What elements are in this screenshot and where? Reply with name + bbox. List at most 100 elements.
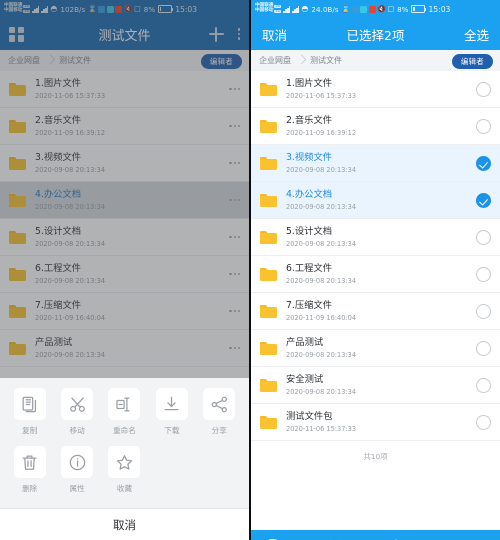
- cancel-selection-button[interactable]: 取消: [262, 25, 287, 44]
- action-info[interactable]: 属性: [53, 446, 100, 494]
- action-scissors[interactable]: 移动: [53, 388, 100, 436]
- share-icon: [203, 388, 236, 420]
- table-row[interactable]: 1.图片文件 2020-11-06 15:37:33: [251, 71, 500, 108]
- action-download[interactable]: 下载: [148, 388, 195, 436]
- breadcrumb-current[interactable]: 测试文件: [310, 55, 342, 66]
- action-sheet: 复制 移动 重命名 下载 分享删除 属性 收藏 取消: [0, 378, 249, 540]
- breadcrumb: 企业网盘 测试文件 编辑者: [251, 50, 500, 71]
- action-label: 删除: [22, 484, 38, 493]
- action-share[interactable]: 分享: [196, 388, 243, 436]
- file-meta: 安全测试 2020-09-08 20:13:34: [286, 374, 470, 396]
- file-name: 2.音乐文件: [286, 115, 333, 127]
- file-timestamp: 2020-09-08 20:13:34: [286, 387, 357, 396]
- selection-app-bar: 取消 已选择2项 全选: [251, 18, 500, 50]
- vibrate-icon: □: [387, 5, 395, 13]
- right-content-column: 1.图片文件 2020-11-06 15:37:33 2.音乐文件 2020-11-0…: [251, 71, 500, 540]
- action-label: 分享: [211, 426, 227, 435]
- signal-bars-icon-1: [283, 5, 291, 13]
- table-row[interactable]: 测试文件包 2020-11-06 15:37:33: [251, 404, 500, 441]
- file-timestamp: 2020-11-06 15:37:33: [286, 91, 357, 100]
- table-row[interactable]: 6.工程文件 2020-09-08 20:13:34: [251, 256, 500, 293]
- action-label: 移动: [69, 426, 85, 435]
- action-rename[interactable]: 重命名: [101, 388, 148, 436]
- action-label: 属性: [69, 484, 85, 493]
- trash-icon: [13, 446, 46, 478]
- selection-action-bar: 复制移动下载更多: [251, 530, 500, 540]
- table-row[interactable]: 7.压缩文件 2020-11-09 16:40:04: [251, 293, 500, 330]
- file-name: 5.设计文档: [286, 226, 333, 238]
- select-all-button[interactable]: 全选: [464, 25, 489, 44]
- file-timestamp: 2020-11-06 15:37:33: [286, 424, 357, 433]
- row-checkbox[interactable]: [476, 340, 491, 356]
- carrier-bottom-label: 中国移动: [255, 8, 274, 13]
- row-checkbox-checked[interactable]: [476, 155, 491, 171]
- row-checkbox[interactable]: [476, 303, 491, 319]
- row-checkbox[interactable]: [476, 414, 491, 430]
- total-count-label: 共10项: [251, 441, 500, 462]
- file-meta: 6.工程文件 2020-09-08 20:13:34: [286, 263, 470, 285]
- action-trash[interactable]: 删除: [6, 446, 53, 494]
- file-name: 3.视频文件: [286, 152, 333, 164]
- row-checkbox[interactable]: [476, 266, 491, 282]
- dual-screenshot-stage: 中国联通 4G 中国移动 4G ◓ 102B/s ⌛ 🔇 □ 8% 15:03 测试…: [0, 0, 500, 540]
- chevron-right-icon: [298, 55, 304, 66]
- folder-icon: [260, 119, 277, 133]
- folder-icon: [260, 341, 277, 355]
- action-label: 重命名: [113, 426, 136, 435]
- file-timestamp: 2020-09-08 20:13:34: [286, 350, 357, 359]
- file-list: 1.图片文件 2020-11-06 15:37:33 2.音乐文件 2020-11-0…: [251, 71, 500, 441]
- file-name: 安全测试: [286, 374, 324, 386]
- list-spacer: [251, 462, 500, 530]
- rename-icon: [108, 388, 141, 420]
- battery-icon: [411, 5, 427, 13]
- table-row[interactable]: 3.视频文件 2020-09-08 20:13:34: [251, 145, 500, 182]
- role-badge[interactable]: 编辑者: [451, 53, 493, 69]
- row-checkbox[interactable]: [476, 81, 491, 97]
- action-copy[interactable]: 复制: [6, 388, 53, 436]
- folder-icon: [260, 304, 277, 318]
- file-meta: 3.视频文件 2020-09-08 20:13:34: [286, 152, 470, 174]
- file-timestamp: 2020-09-08 20:13:34: [286, 276, 357, 285]
- folder-icon: [260, 267, 277, 281]
- breadcrumb-root[interactable]: 企业网盘: [259, 55, 291, 66]
- carrier-labels: 中国联通 4G 中国移动 4G: [255, 3, 282, 14]
- status-clock: 15:03: [428, 4, 451, 14]
- mute-icon: 🔇: [377, 5, 386, 13]
- action-label: 下载: [164, 426, 180, 435]
- scissors-icon: [61, 388, 94, 420]
- file-meta: 4.办公文档 2020-09-08 20:13:34: [286, 189, 470, 211]
- file-meta: 测试文件包 2020-11-06 15:37:33: [286, 411, 470, 433]
- network-speed: 24.0B/s: [311, 4, 339, 14]
- right-phone-screen: 中国联通 4G 中国移动 4G ◓ 24.0B/s ⌛ 🔇 □ 8% 15:03 取…: [251, 0, 500, 540]
- info-icon: [61, 446, 94, 478]
- file-name: 6.工程文件: [286, 263, 333, 275]
- table-row[interactable]: 2.音乐文件 2020-11-09 16:39:12: [251, 108, 500, 145]
- file-name: 7.压缩文件: [286, 300, 333, 312]
- action-star[interactable]: 收藏: [101, 446, 148, 494]
- left-phone-screen: 中国联通 4G 中国移动 4G ◓ 102B/s ⌛ 🔇 □ 8% 15:03 测试…: [0, 0, 249, 540]
- action-label: 复制: [22, 426, 38, 435]
- file-meta: 5.设计文档 2020-09-08 20:13:34: [286, 226, 470, 248]
- row-checkbox[interactable]: [476, 377, 491, 393]
- file-timestamp: 2020-11-09 16:40:04: [286, 313, 357, 322]
- row-checkbox-checked[interactable]: [476, 192, 491, 208]
- notification-tray: ⌛ 🔇 □: [342, 5, 395, 13]
- app-icon-blue: [351, 5, 359, 13]
- folder-icon: [260, 156, 277, 170]
- table-row[interactable]: 5.设计文档 2020-09-08 20:13:34: [251, 219, 500, 256]
- sim-badge-bottom: 4G: [274, 8, 282, 14]
- sim-badge-top: 4G: [274, 3, 282, 9]
- table-row[interactable]: 安全测试 2020-09-08 20:13:34: [251, 367, 500, 404]
- row-checkbox[interactable]: [476, 118, 491, 134]
- folder-icon: [260, 415, 277, 429]
- file-name: 1.图片文件: [286, 78, 333, 90]
- file-meta: 1.图片文件 2020-11-06 15:37:33: [286, 78, 470, 100]
- table-row[interactable]: 4.办公文档 2020-09-08 20:13:34: [251, 182, 500, 219]
- row-checkbox[interactable]: [476, 229, 491, 245]
- table-row[interactable]: 产品测试 2020-09-08 20:13:34: [251, 330, 500, 367]
- battery-percent: 8%: [397, 4, 409, 14]
- file-name: 4.办公文档: [286, 189, 333, 201]
- selection-count-title: 已选择2项: [346, 27, 405, 43]
- action-sheet-grid: 复制 移动 重命名 下载 分享删除 属性 收藏: [0, 378, 249, 508]
- cancel-button[interactable]: 取消: [0, 508, 249, 540]
